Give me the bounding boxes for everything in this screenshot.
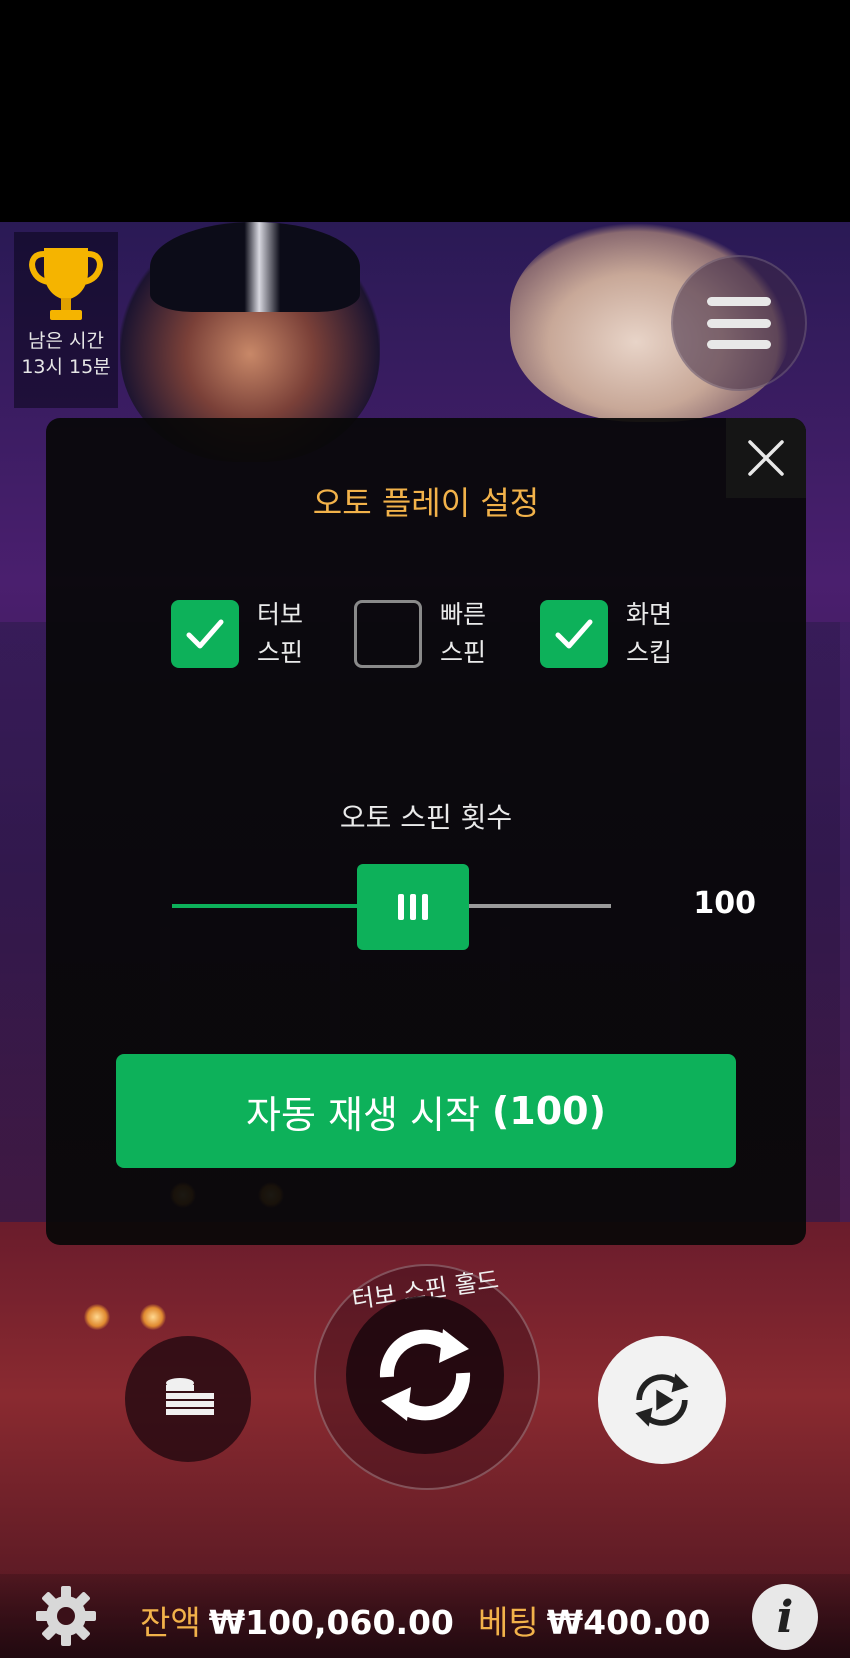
autoplay-button[interactable] [598, 1336, 726, 1464]
info-button[interactable]: i [752, 1584, 818, 1650]
balance-value: ₩100,060.00 [208, 1603, 454, 1642]
autospin-slider-value: 100 [693, 886, 756, 921]
tournament-remaining-time: 13시 15분 [21, 356, 111, 378]
coins-icon [166, 1378, 214, 1415]
gear-icon [36, 1586, 96, 1646]
check-icon [186, 619, 224, 649]
turbo-spin-label: 터보 스핀 [257, 600, 304, 667]
info-icon: i [776, 1591, 794, 1643]
bet-settings-button[interactable] [125, 1336, 251, 1462]
bet-label: 베팅 [478, 1603, 539, 1642]
quick-spin-checkbox[interactable] [354, 600, 422, 668]
autospin-count-title: 오토 스핀 횟수 [339, 801, 513, 834]
street-lamp-icon [84, 1304, 110, 1330]
bet-display: 베팅 ₩400.00 [478, 1596, 710, 1644]
tournament-widget[interactable]: 남은 시간 13시 15분 [14, 232, 118, 408]
turbo-spin-checkbox[interactable] [171, 600, 239, 668]
tournament-remaining-label: 남은 시간 [28, 330, 104, 352]
start-autoplay-count: (100) [491, 1089, 606, 1133]
menu-button[interactable] [671, 255, 807, 391]
quick-spin-label: 빠른 스핀 [440, 600, 487, 667]
close-icon [748, 440, 784, 476]
autoplay-settings-dialog: 오토 플레이 설정 터보 스핀 빠른 스핀 화면 스킵 오토 스핀 횟수 100 [46, 418, 806, 1245]
settings-button[interactable] [34, 1584, 98, 1648]
street-lamp-icon [140, 1304, 166, 1330]
start-autoplay-label: 자동 재생 시작 [246, 1092, 480, 1137]
turbo-spin-option[interactable]: 터보 스핀 [171, 596, 317, 672]
skip-screens-checkbox[interactable] [540, 600, 608, 668]
autoplay-icon [635, 1373, 689, 1427]
balance-display: 잔액 ₩100,060.00 [140, 1596, 454, 1644]
skip-screens-option[interactable]: 화면 스킵 [540, 596, 686, 672]
bet-value: ₩400.00 [546, 1603, 711, 1642]
autospin-slider-thumb[interactable] [357, 864, 470, 950]
hamburger-icon [707, 297, 771, 349]
spin-button[interactable] [346, 1296, 504, 1454]
skip-screens-label: 화면 스킵 [626, 600, 673, 667]
check-icon [555, 619, 593, 649]
dialog-title: 오토 플레이 설정 [312, 484, 540, 522]
trophy-icon [26, 242, 106, 326]
start-autoplay-button[interactable]: 자동 재생 시작 (100) [116, 1054, 736, 1168]
spin-arrows-icon [379, 1329, 471, 1421]
quick-spin-option[interactable]: 빠른 스핀 [354, 596, 500, 672]
vampire-hair-art [150, 222, 360, 312]
balance-label: 잔액 [140, 1603, 201, 1642]
